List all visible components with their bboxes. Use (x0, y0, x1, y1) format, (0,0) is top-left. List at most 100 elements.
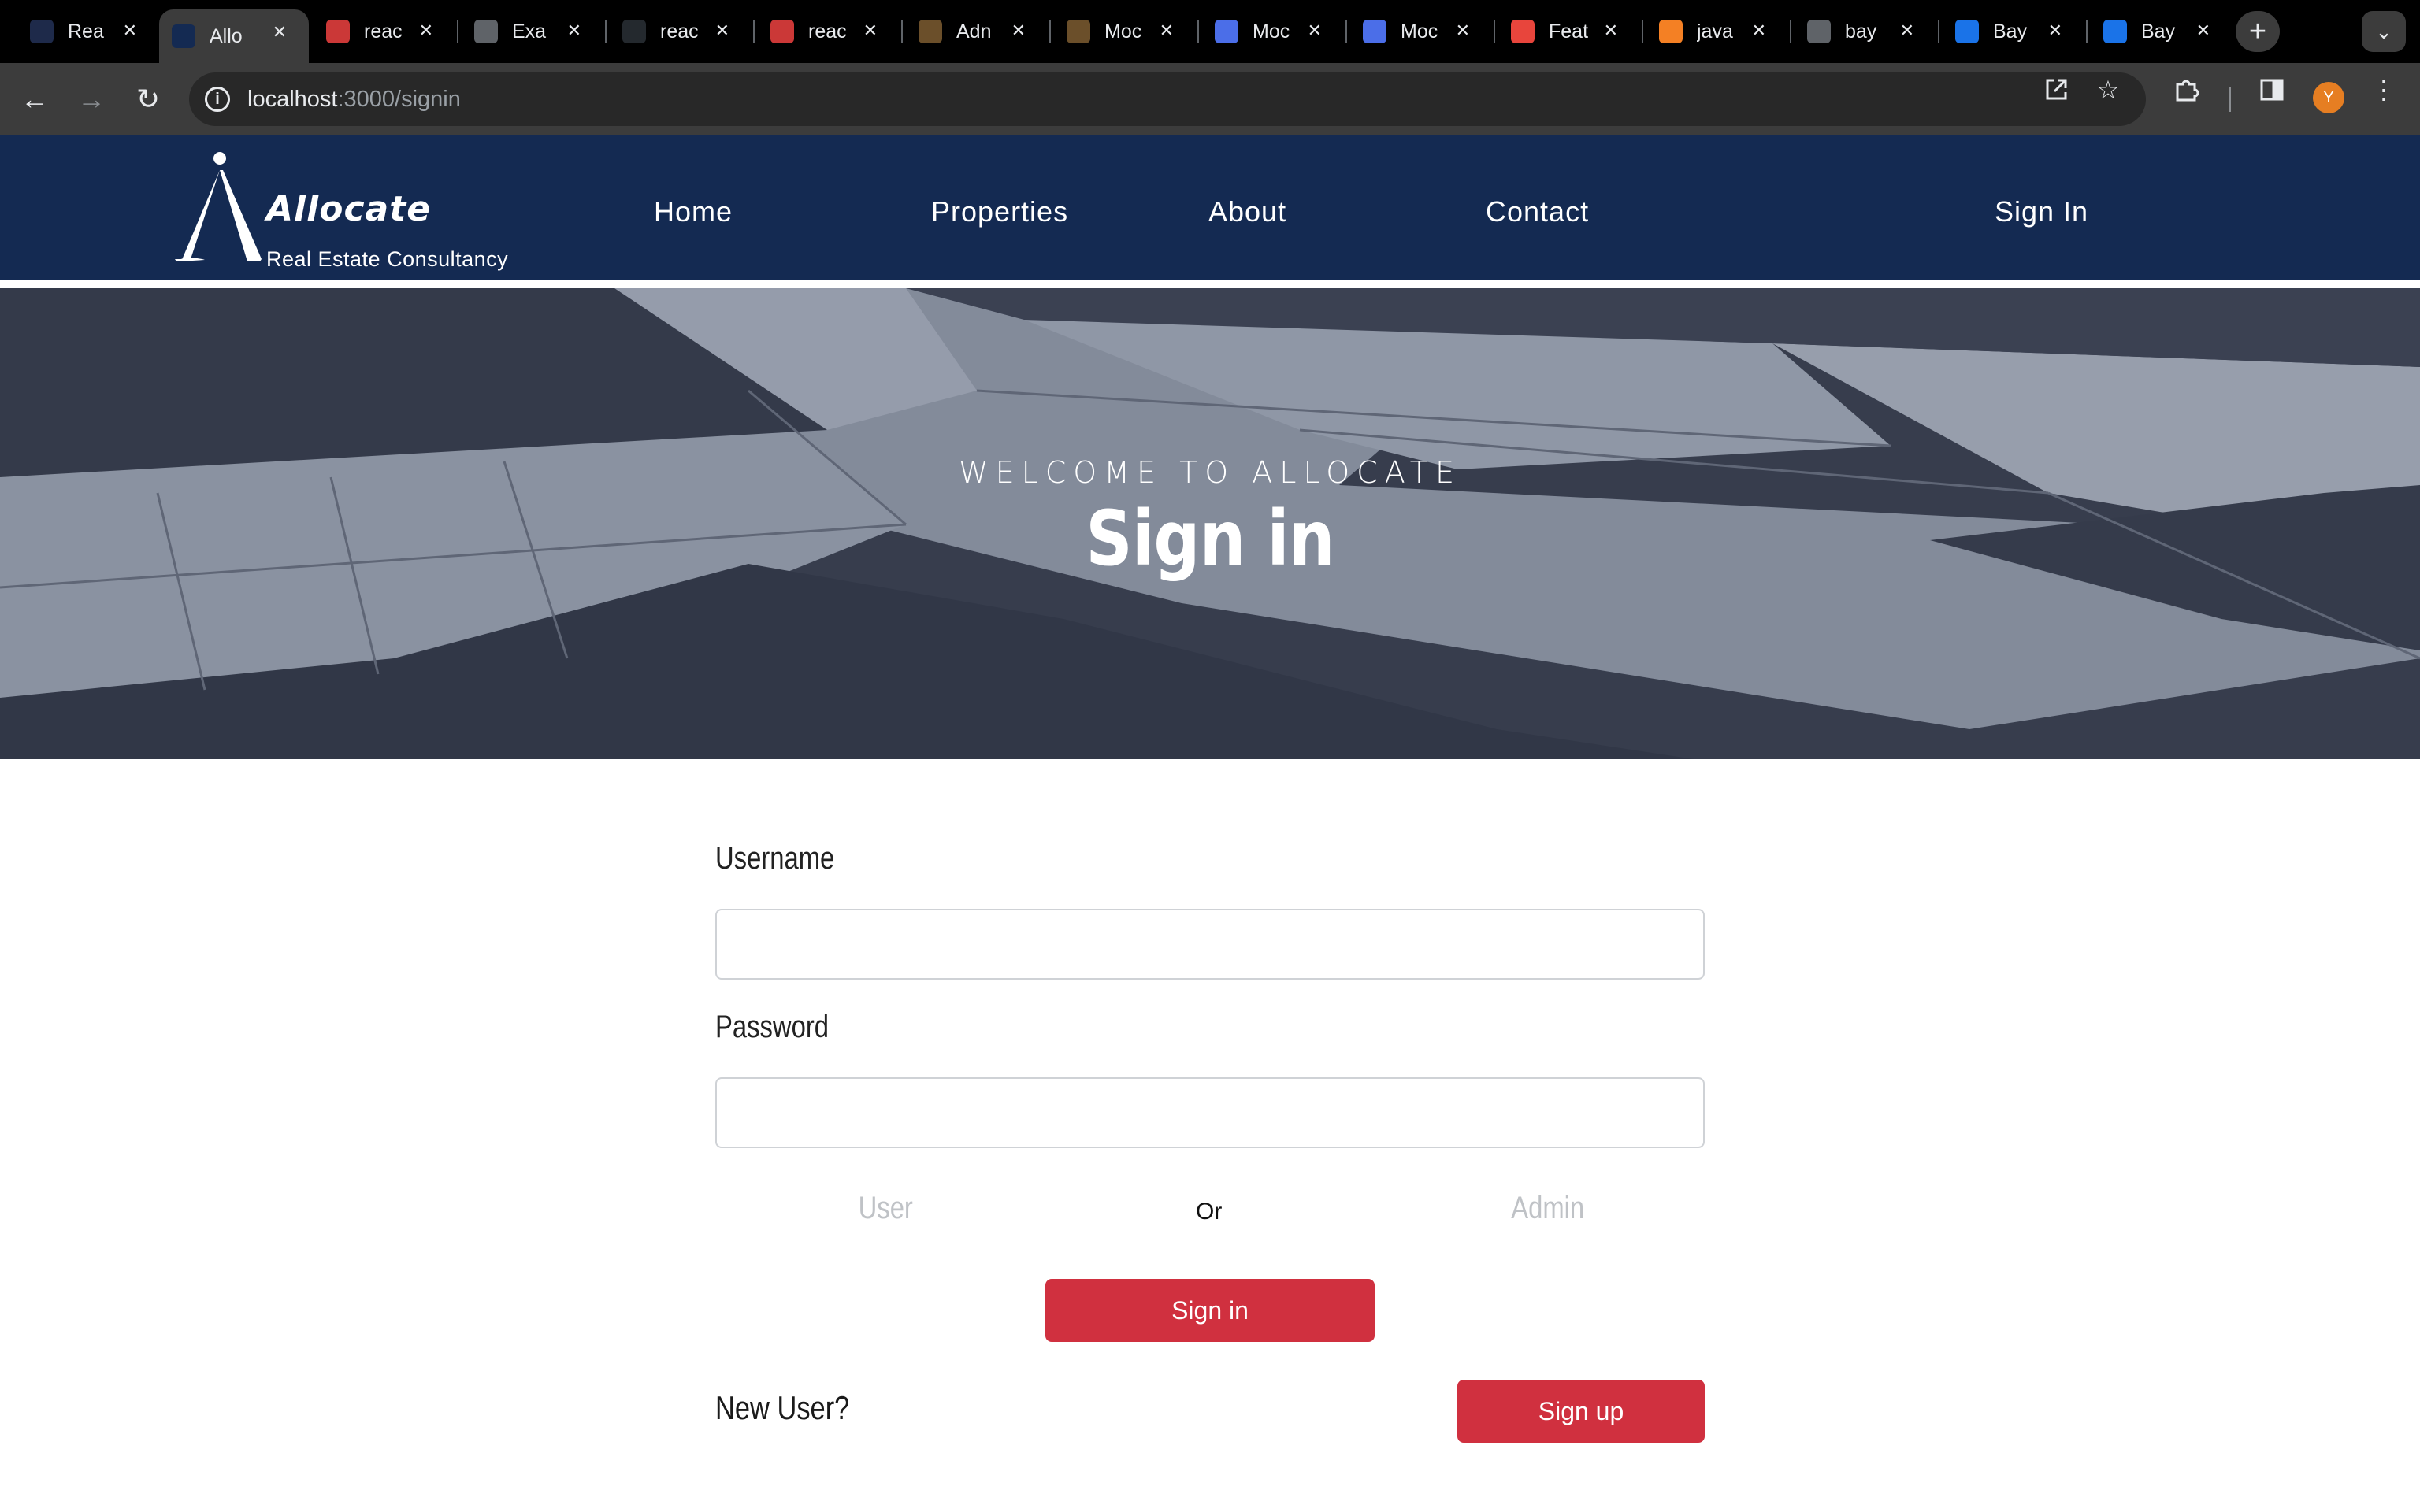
tab-separator (1197, 20, 1199, 43)
close-tab-icon[interactable]: ✕ (123, 20, 137, 41)
tab-title: Bay (2141, 20, 2176, 43)
back-icon[interactable]: ← (14, 79, 55, 120)
header-divider (0, 280, 2420, 288)
hero-title: Sign in (1086, 495, 1334, 583)
tab-separator (1345, 20, 1347, 43)
nav-signin[interactable]: Sign In (1995, 195, 2088, 228)
signup-button[interactable]: Sign up (1457, 1380, 1705, 1443)
react-icon (30, 20, 54, 43)
password-label: Password (715, 1010, 830, 1044)
browser-tab[interactable]: reac ✕ (610, 9, 752, 54)
close-tab-icon[interactable]: ✕ (273, 22, 287, 43)
profile-avatar[interactable]: Y (2313, 82, 2344, 113)
role-user-option[interactable]: User (859, 1191, 913, 1226)
close-tab-icon[interactable]: ✕ (1308, 20, 1322, 41)
tab-separator (901, 20, 903, 43)
browser-tab[interactable]: Bay ✕ (1943, 9, 2084, 54)
allocate-icon (172, 24, 195, 48)
close-tab-icon[interactable]: ✕ (715, 20, 729, 41)
tab-title: Feat (1549, 20, 1588, 43)
logo-tagline: Real Estate Consultancy (266, 247, 509, 271)
browser-tab[interactable]: bay ✕ (1795, 9, 1936, 54)
stackoverflow-icon (1659, 20, 1683, 43)
close-tab-icon[interactable]: ✕ (419, 20, 433, 41)
site-info-icon[interactable]: i (205, 87, 230, 112)
signin-button[interactable]: Sign in (1045, 1279, 1375, 1342)
role-or-text: Or (1196, 1199, 1223, 1225)
password-input[interactable] (715, 1077, 1705, 1148)
close-tab-icon[interactable]: ✕ (1160, 20, 1174, 41)
tab-title: Moc (1253, 20, 1290, 43)
open-in-app-icon[interactable] (2040, 74, 2072, 106)
tab-title: bay (1845, 20, 1877, 43)
tab-title: reac (808, 20, 847, 43)
username-label: Username (715, 841, 835, 876)
logo-name: Allocate (266, 189, 432, 229)
browser-tab[interactable]: Moc ✕ (1202, 9, 1344, 54)
tab-title: Rea (68, 20, 104, 43)
npm-icon (326, 20, 350, 43)
tab-title: Bay (1993, 20, 2028, 43)
tab-separator (2086, 20, 2088, 43)
forward-icon[interactable]: → (71, 79, 112, 120)
browser-tab[interactable]: Bay ✕ (2091, 9, 2233, 54)
close-tab-icon[interactable]: ✕ (567, 20, 581, 41)
browser-tab[interactable]: Exa ✕ (462, 9, 603, 54)
tab-title: Exa (512, 20, 547, 43)
search-q-icon (1955, 20, 1979, 43)
nav-properties[interactable]: Properties (931, 195, 1068, 228)
bookmark-star-icon[interactable]: ☆ (2092, 74, 2124, 106)
tab-title: java (1697, 20, 1733, 43)
side-panel-icon[interactable] (2256, 74, 2288, 106)
browser-tab[interactable]: Adn ✕ (906, 9, 1048, 54)
address-bar[interactable]: i localhost:3000/signin (189, 72, 2146, 126)
globe-icon (1807, 20, 1831, 43)
browser-tab[interactable]: java ✕ (1646, 9, 1788, 54)
close-tab-icon[interactable]: ✕ (1752, 20, 1766, 41)
nav-contact[interactable]: Contact (1486, 195, 1589, 228)
new-user-text: New User? (715, 1389, 850, 1426)
reload-icon[interactable]: ↻ (128, 79, 169, 120)
tab-separator (1938, 20, 1939, 43)
close-tab-icon[interactable]: ✕ (1900, 20, 1914, 41)
blueprint-icon (1363, 20, 1386, 43)
tab-separator (1642, 20, 1643, 43)
extensions-icon[interactable] (2171, 74, 2203, 106)
tab-title: reac (364, 20, 403, 43)
tab-separator (1494, 20, 1495, 43)
npm-icon (770, 20, 794, 43)
book-icon (1067, 20, 1090, 43)
close-tab-icon[interactable]: ✕ (1604, 20, 1618, 41)
nav-about[interactable]: About (1208, 195, 1286, 228)
browser-tab[interactable]: Moc ✕ (1054, 9, 1196, 54)
close-tab-icon[interactable]: ✕ (2196, 20, 2210, 41)
new-tab-button[interactable]: + (2236, 11, 2280, 52)
chevron-icon (1511, 20, 1535, 43)
close-tab-icon[interactable]: ✕ (1456, 20, 1470, 41)
browser-tab[interactable]: Feat ✕ (1498, 9, 1640, 54)
close-tab-icon[interactable]: ✕ (2048, 20, 2062, 41)
browser-tab[interactable]: reac ✕ (314, 9, 455, 54)
hero-subtitle: WELCOME TO ALLOCATE (959, 455, 1461, 490)
tab-title: reac (660, 20, 699, 43)
role-admin-option[interactable]: Admin (1511, 1191, 1584, 1226)
browser-tab[interactable]: reac ✕ (758, 9, 900, 54)
browser-tab[interactable]: Allo ✕ (159, 9, 309, 63)
tab-title: Moc (1104, 20, 1142, 43)
close-tab-icon[interactable]: ✕ (1011, 20, 1026, 41)
username-input[interactable] (715, 909, 1705, 980)
tab-title: Adn (956, 20, 992, 43)
tab-search-button[interactable]: ⌄ (2362, 11, 2406, 52)
globe-icon (474, 20, 498, 43)
browser-tab[interactable]: Rea ✕ (17, 9, 159, 54)
book-icon (919, 20, 942, 43)
browser-tab-strip: Rea ✕ Allo ✕ reac ✕ Exa ✕ reac ✕ reac ✕ Adn ✕ Moc ✕ Moc ✕… (0, 0, 2420, 63)
url-text: localhost:3000/signin (247, 86, 461, 112)
search-q-icon (2103, 20, 2127, 43)
browser-tab[interactable]: Moc ✕ (1350, 9, 1492, 54)
toolbar-divider (2229, 87, 2231, 112)
nav-home[interactable]: Home (654, 195, 733, 228)
tab-separator (753, 20, 755, 43)
browser-menu-icon[interactable]: ⋮ (2368, 74, 2400, 106)
close-tab-icon[interactable]: ✕ (863, 20, 878, 41)
